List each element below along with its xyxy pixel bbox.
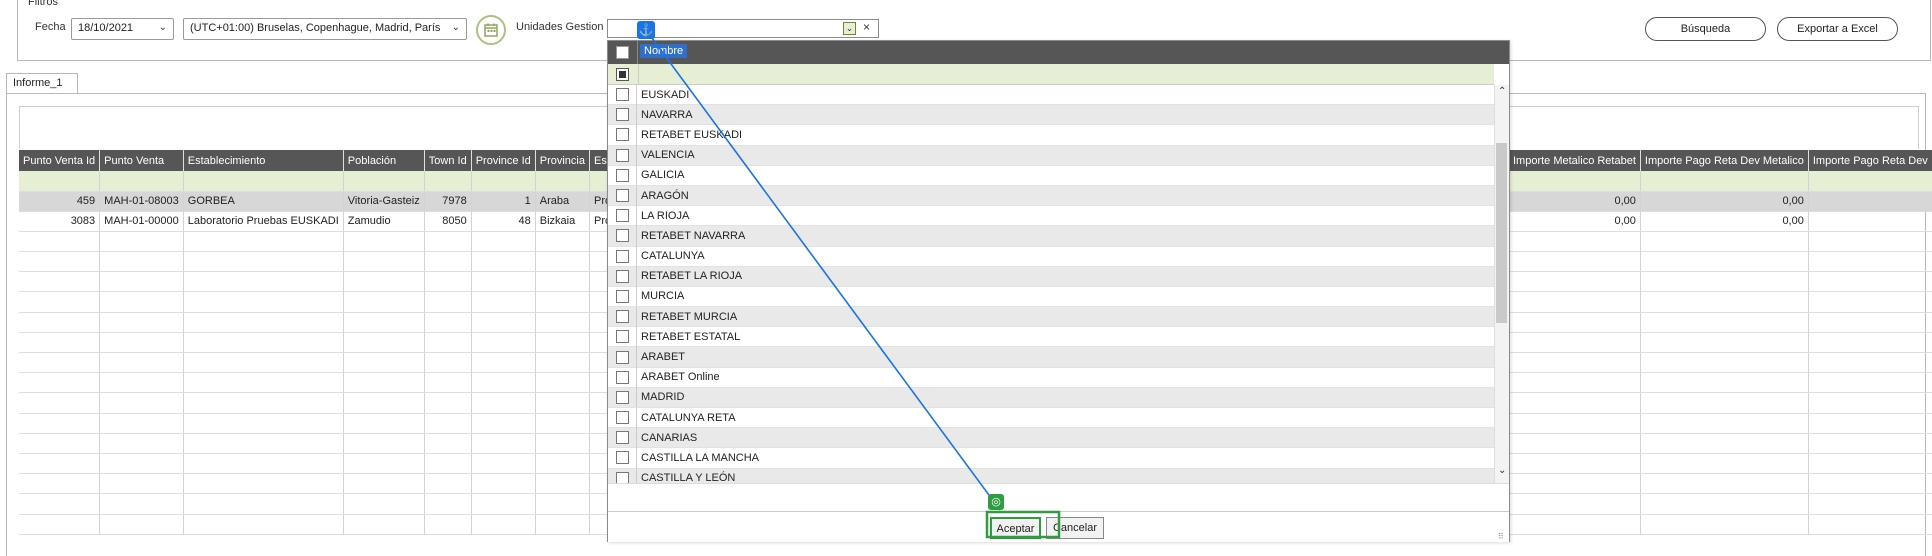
target-highlight [985,510,1061,539]
anchor-icon: ⚓ [637,21,655,39]
annotation-overlay [645,29,1061,539]
target-icon: ◎ [988,494,1004,510]
annotation-line [645,29,1001,511]
